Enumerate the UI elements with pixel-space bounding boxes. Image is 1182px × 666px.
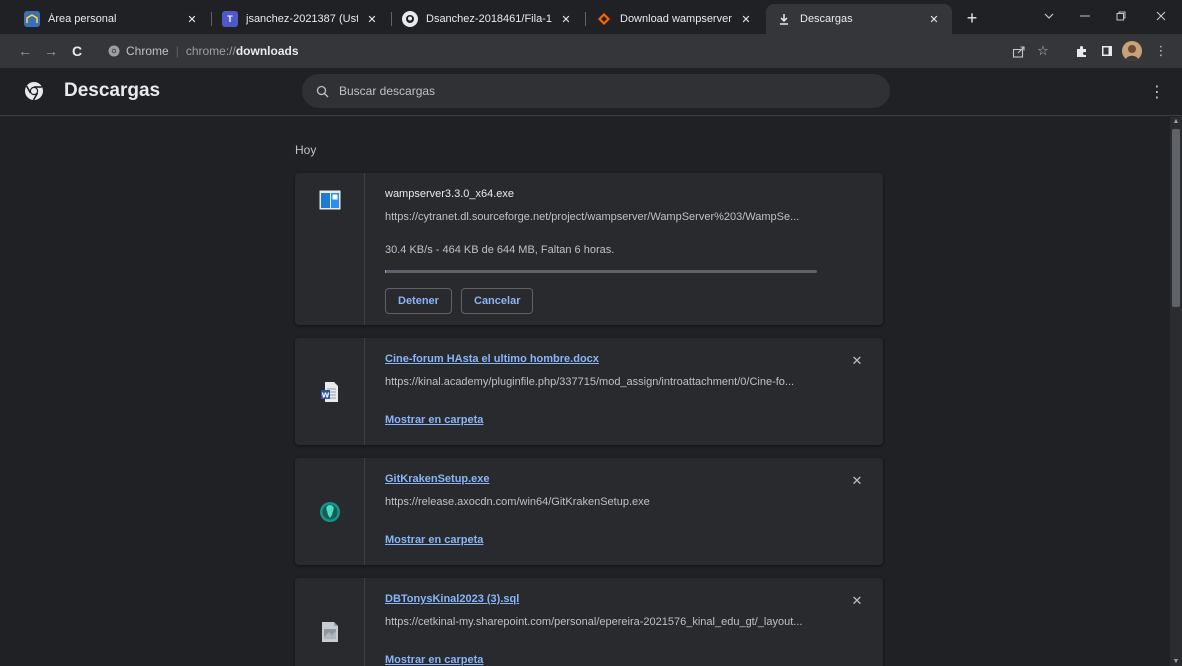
tab-title: Área personal (48, 13, 117, 25)
download-item: wampserver3.3.0_x64.exe https://cytranet… (295, 173, 883, 325)
share-icon[interactable] (1010, 42, 1028, 60)
tab-github[interactable]: Dsanchez-2018461/Fila-1: :D ✕ (392, 4, 584, 34)
page-scrollbar[interactable]: ▲ ▼ (1170, 117, 1182, 666)
date-section-label: Hoy (295, 143, 317, 157)
file-icon-column (295, 458, 365, 565)
scroll-up-arrow[interactable]: ▲ (1172, 117, 1180, 125)
teams-favicon: T (222, 11, 238, 27)
show-in-folder-link[interactable]: Mostrar en carpeta (385, 414, 483, 426)
progress-bar (385, 270, 817, 273)
bookmark-star-icon[interactable]: ☆ (1034, 42, 1052, 60)
tab-title: Descargas (800, 13, 853, 25)
file-url: https://kinal.academy/pluginfile.php/337… (385, 376, 795, 388)
file-url: https://cytranet.dl.sourceforge.net/proj… (385, 211, 800, 223)
search-box[interactable] (302, 74, 890, 108)
download-item: W Cine-forum HAsta el ultimo hombre.docx… (295, 338, 883, 445)
remove-icon[interactable]: ✕ (849, 593, 865, 609)
forward-button[interactable]: → (40, 40, 62, 62)
gitkraken-icon[interactable] (319, 501, 341, 523)
chrome-logo-icon (25, 82, 43, 101)
word-file-icon[interactable]: W (320, 381, 339, 403)
chip-label: Chrome (126, 44, 169, 58)
svg-text:W: W (321, 391, 329, 399)
file-icon-column: W (295, 338, 365, 445)
download-status: 30.4 KB/s - 464 KB de 644 MB, Faltan 6 h… (385, 244, 615, 256)
tab-teams[interactable]: T jsanchez-2021387 (Usted) | M ✕ (212, 4, 390, 34)
download-item: GitKrakenSetup.exe https://release.axocd… (295, 458, 883, 565)
tab-title: Dsanchez-2018461/Fila-1: :D (426, 13, 552, 25)
file-url: https://release.axocdn.com/win64/GitKrak… (385, 496, 650, 508)
close-icon[interactable]: ✕ (364, 11, 380, 27)
file-name-link[interactable]: DBTonysKinal2023 (3).sql (385, 593, 519, 605)
close-icon[interactable]: ✕ (184, 11, 200, 27)
more-options-icon[interactable]: ⋮ (1148, 82, 1166, 102)
close-icon[interactable]: ✕ (926, 11, 942, 27)
chrome-icon (108, 45, 120, 57)
search-icon (316, 85, 329, 97)
url-host: downloads (235, 44, 299, 58)
show-in-folder-link[interactable]: Mostrar en carpeta (385, 654, 483, 666)
new-tab-button[interactable]: + (960, 6, 984, 30)
tab-sourceforge[interactable]: Download wampserver3.3.0_ ✕ (586, 4, 764, 34)
show-in-folder-link[interactable]: Mostrar en carpeta (385, 534, 483, 546)
file-icon-column (295, 173, 365, 325)
search-input[interactable] (339, 84, 839, 98)
scrollbar-thumb[interactable] (1172, 129, 1180, 307)
pause-button[interactable]: Detener (385, 288, 452, 314)
profile-avatar[interactable] (1122, 41, 1142, 61)
sql-file-icon[interactable] (321, 621, 339, 643)
chrome-menu-icon[interactable]: ⋮ (1152, 42, 1170, 60)
remove-icon[interactable]: ✕ (849, 473, 865, 489)
address-bar[interactable]: Chrome | chrome://downloads (100, 38, 1000, 64)
sourceforge-favicon (596, 11, 612, 27)
side-panel-icon[interactable] (1098, 42, 1116, 60)
downloads-header: Descargas ⋮ (0, 68, 1182, 116)
close-icon[interactable]: ✕ (558, 11, 574, 27)
restore-button[interactable] (1104, 4, 1138, 28)
tab-descargas[interactable]: Descargas ✕ (766, 4, 952, 34)
downloads-list: Hoy wampserver3.3.0_x64.exe https://cytr… (0, 117, 1170, 666)
github-favicon (402, 11, 418, 27)
url-scheme: chrome:// (185, 44, 236, 58)
file-url: https://cetkinal-my.sharepoint.com/perso… (385, 616, 803, 628)
back-button[interactable]: ← (14, 40, 36, 62)
download-icon (776, 11, 792, 27)
cancel-button[interactable]: Cancelar (461, 288, 534, 314)
file-name: wampserver3.3.0_x64.exe (385, 188, 515, 200)
file-name-link[interactable]: GitKrakenSetup.exe (385, 473, 490, 485)
tab-area-personal[interactable]: Área personal ✕ (14, 4, 210, 34)
security-chip[interactable]: Chrome (108, 44, 169, 58)
tab-title: Download wampserver3.3.0_ (620, 13, 732, 25)
file-name-link[interactable]: Cine-forum HAsta el ultimo hombre.docx (385, 353, 599, 365)
minimize-button[interactable] (1068, 4, 1102, 28)
moodle-favicon (24, 11, 40, 27)
page-title: Descargas (64, 80, 161, 101)
browser-toolbar: ← → C Chrome | chrome://downloads ☆ ⋮ (0, 34, 1182, 68)
file-icon-column (295, 578, 365, 666)
divider: | (175, 44, 179, 58)
scroll-down-arrow[interactable]: ▼ (1172, 657, 1180, 665)
tab-search-icon[interactable] (1032, 4, 1066, 28)
close-icon[interactable]: ✕ (738, 11, 754, 27)
tab-strip: Área personal ✕ T jsanchez-2021387 (Uste… (0, 0, 1182, 34)
tab-title: jsanchez-2021387 (Usted) | M (246, 13, 358, 25)
remove-icon[interactable]: ✕ (849, 353, 865, 369)
reload-button[interactable]: C (66, 40, 88, 62)
download-item: DBTonysKinal2023 (3).sql https://cetkina… (295, 578, 883, 666)
extensions-puzzle-icon[interactable] (1072, 42, 1090, 60)
close-window-button[interactable] (1144, 4, 1178, 28)
exe-file-icon[interactable] (319, 190, 341, 210)
